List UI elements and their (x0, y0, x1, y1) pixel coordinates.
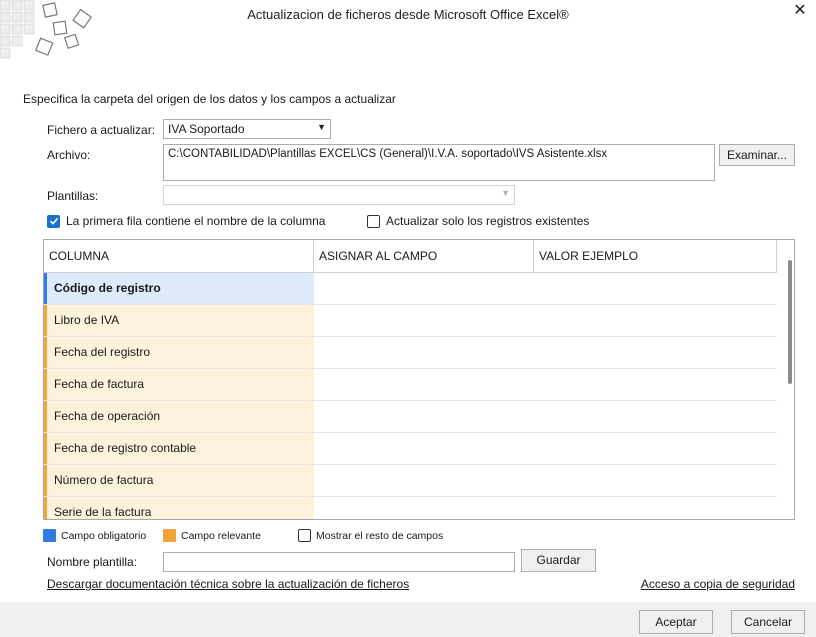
column-cell[interactable]: Fecha de operación (44, 401, 314, 432)
section-title: Especifica la carpeta del origen de los … (23, 92, 396, 106)
table-row[interactable]: Número de factura (44, 465, 777, 497)
examinar-button[interactable]: Examinar... (719, 144, 795, 166)
guardar-button[interactable]: Guardar (521, 549, 596, 572)
table-row[interactable]: Libro de IVA (44, 305, 777, 337)
assign-cell[interactable] (314, 497, 777, 519)
plantillas-label: Plantillas: (47, 189, 99, 203)
cancelar-button[interactable]: Cancelar (731, 610, 805, 634)
primera-fila-checkbox[interactable]: La primera fila contiene el nombre de la… (47, 214, 325, 228)
legend-relevante: Campo relevante (163, 529, 261, 542)
table-row[interactable]: Fecha de operación (44, 401, 777, 433)
nombre-plantilla-label: Nombre plantilla: (47, 555, 138, 569)
column-cell[interactable]: Libro de IVA (44, 305, 314, 336)
checkbox-unchecked-icon (367, 214, 380, 228)
nombre-plantilla-input[interactable] (163, 552, 515, 572)
assign-cell[interactable] (314, 369, 777, 400)
legend-obligatorio: Campo obligatorio (43, 529, 146, 542)
column-cell[interactable]: Serie de la factura (44, 497, 314, 519)
primera-fila-label: La primera fila contiene el nombre de la… (66, 214, 326, 228)
table-row[interactable]: Fecha del registro (44, 337, 777, 369)
assign-cell[interactable] (314, 433, 777, 464)
documentacion-link[interactable]: Descargar documentación técnica sobre la… (47, 577, 409, 591)
column-cell[interactable]: Fecha del registro (44, 337, 314, 368)
checkbox-checked-icon (47, 214, 60, 228)
swatch-obligatorio (43, 529, 56, 542)
column-cell[interactable]: Número de factura (44, 465, 314, 496)
column-cell[interactable]: Fecha de factura (44, 369, 314, 400)
table-row[interactable]: Fecha de factura (44, 369, 777, 401)
archivo-label: Archivo: (47, 148, 91, 162)
table-row[interactable]: Código de registro (44, 273, 777, 305)
column-cell[interactable]: Fecha de registro contable (44, 433, 314, 464)
fichero-select[interactable]: IVA Soportado ▼ (163, 119, 331, 139)
legend-obligatorio-label: Campo obligatorio (61, 529, 147, 542)
legend-relevante-label: Campo relevante (181, 529, 261, 542)
copia-seguridad-link[interactable]: Acceso a copia de seguridad (641, 577, 795, 591)
solo-existentes-checkbox[interactable]: Actualizar solo los registros existentes (367, 214, 589, 228)
assign-cell[interactable] (314, 401, 777, 432)
assign-cell[interactable] (314, 337, 777, 368)
aceptar-button[interactable]: Aceptar (639, 610, 713, 634)
plantillas-select[interactable]: ▼ (163, 185, 515, 205)
assign-cell[interactable] (314, 465, 777, 496)
grid-scrollbar[interactable] (788, 260, 792, 384)
fichero-label: Fichero a actualizar: (47, 123, 156, 137)
column-cell[interactable]: Código de registro (44, 273, 314, 304)
swatch-relevante (163, 529, 176, 542)
checkbox-unchecked-icon (298, 529, 311, 542)
table-row[interactable]: Serie de la factura (44, 497, 777, 519)
close-icon[interactable]: ✕ (790, 2, 810, 20)
grid-header: COLUMNA ASIGNAR AL CAMPO VALOR EJEMPLO (44, 240, 777, 273)
fields-grid[interactable]: COLUMNA ASIGNAR AL CAMPO VALOR EJEMPLO C… (43, 239, 795, 520)
chevron-down-icon: ▼ (317, 122, 326, 132)
column-header-asignar[interactable]: ASIGNAR AL CAMPO (314, 240, 534, 273)
solo-existentes-label: Actualizar solo los registros existentes (386, 214, 590, 228)
fichero-select-value: IVA Soportado (168, 122, 245, 136)
column-header-valor[interactable]: VALOR EJEMPLO (534, 240, 777, 273)
window-title: Actualizacion de ficheros desde Microsof… (247, 7, 569, 22)
archivo-field[interactable]: C:\CONTABILIDAD\Plantillas EXCEL\CS (Gen… (163, 144, 715, 181)
table-row[interactable]: Fecha de registro contable (44, 433, 777, 465)
column-header-columna[interactable]: COLUMNA (44, 240, 314, 273)
mostrar-resto-checkbox[interactable]: Mostrar el resto de campos (298, 529, 443, 542)
chevron-down-icon: ▼ (501, 188, 510, 198)
mostrar-resto-label: Mostrar el resto de campos (316, 529, 444, 542)
assign-cell[interactable] (314, 273, 777, 304)
assign-cell[interactable] (314, 305, 777, 336)
